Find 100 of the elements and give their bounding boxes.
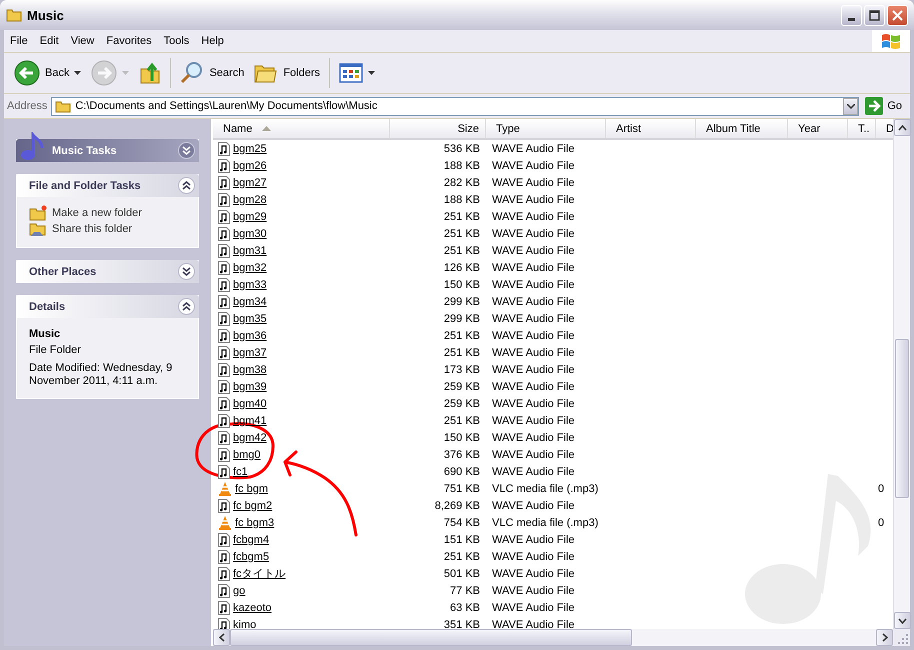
- music-note-icon: [20, 132, 46, 162]
- column-header[interactable]: Album Title: [696, 119, 788, 138]
- audio-file-icon: [218, 566, 230, 580]
- size-cell-text: 150 KB: [442, 278, 481, 290]
- size-cell-text: 251 KB: [442, 244, 481, 256]
- column-header[interactable]: Type: [486, 119, 606, 138]
- file-name-link[interactable]: bgm35: [233, 312, 267, 324]
- audio-file-icon: [218, 532, 230, 546]
- type-cell-text: WAVE Audio File: [491, 228, 576, 240]
- file-name-link[interactable]: bgm31: [233, 244, 267, 256]
- close-icon: [892, 10, 903, 20]
- size-cell-text: 754 KB: [442, 516, 481, 528]
- type-cell-text: WAVE Audio File: [491, 602, 576, 614]
- file-name-link[interactable]: bgm32: [233, 262, 267, 274]
- menu-item[interactable]: Edit: [34, 33, 65, 49]
- file-name-link[interactable]: bgm28: [233, 194, 267, 206]
- file-name-link[interactable]: fc1: [233, 466, 248, 478]
- file-name-link[interactable]: bgm40: [233, 398, 267, 410]
- window-title: Music: [27, 8, 65, 22]
- file-name-link[interactable]: fcbgm4: [233, 534, 270, 546]
- audio-file-icon: [218, 244, 230, 258]
- file-name-link[interactable]: kimo: [233, 618, 256, 629]
- type-cell-text: WAVE Audio File: [491, 414, 576, 426]
- column-header[interactable]: T..: [848, 119, 876, 138]
- collapse-chevron-icon[interactable]: [178, 177, 195, 194]
- scrollbar-thumb[interactable]: [230, 629, 632, 646]
- file-name-link[interactable]: bgm34: [233, 296, 267, 308]
- menu-item[interactable]: Help: [195, 33, 230, 49]
- column-header[interactable]: Year: [788, 119, 848, 138]
- menu-item[interactable]: Favorites: [100, 33, 158, 49]
- file-name-link[interactable]: bgm30: [233, 228, 267, 240]
- type-cell-text: WAVE Audio File: [491, 176, 576, 188]
- maximize-button[interactable]: [864, 4, 885, 26]
- folders-button[interactable]: Folders: [250, 59, 324, 87]
- file-name-link[interactable]: bgm38: [233, 364, 267, 376]
- file-name-link[interactable]: bgm27: [233, 176, 267, 188]
- close-button[interactable]: [887, 4, 908, 26]
- menu-item[interactable]: Tools: [158, 33, 196, 49]
- file-name-link[interactable]: bgm41: [233, 414, 267, 426]
- file-name-link[interactable]: bgm36: [233, 330, 267, 342]
- size-cell-text: 8,269 KB: [434, 500, 481, 512]
- search-button[interactable]: Search: [176, 58, 248, 88]
- file-name-link[interactable]: fc bgm3: [235, 516, 274, 528]
- file-name-link[interactable]: bgm26: [233, 160, 267, 172]
- file-name-link[interactable]: fc bgm: [235, 482, 268, 494]
- resize-grip-icon[interactable]: [893, 629, 910, 646]
- type-cell-text: WAVE Audio File: [491, 142, 576, 154]
- file-name-link[interactable]: fcbgm5: [233, 550, 270, 562]
- menu-item[interactable]: File: [4, 33, 34, 49]
- file-name-link[interactable]: bgm42: [233, 432, 267, 444]
- size-cell-text: 259 KB: [442, 398, 481, 410]
- task-link[interactable]: Make a new folder: [29, 205, 186, 221]
- maximize-icon: [869, 10, 880, 20]
- expand-chevron-icon[interactable]: [178, 263, 195, 280]
- size-cell-text: 251 KB: [442, 330, 481, 342]
- search-icon: [180, 61, 204, 85]
- type-cell-text: WAVE Audio File: [491, 618, 576, 629]
- collapse-chevron-icon[interactable]: [178, 298, 195, 315]
- scrollbar-thumb[interactable]: [895, 339, 909, 498]
- type-cell-text: WAVE Audio File: [491, 160, 576, 172]
- audio-file-icon: [218, 464, 230, 478]
- caret-icon: [74, 71, 82, 75]
- type-cell-text: WAVE Audio File: [491, 278, 576, 290]
- type-cell-text: WAVE Audio File: [491, 210, 576, 222]
- file-name-link[interactable]: kazeoto: [233, 602, 272, 614]
- file-name-link[interactable]: bgm29: [233, 210, 267, 222]
- minimize-button[interactable]: [841, 4, 862, 26]
- type-cell-text: WAVE Audio File: [491, 466, 576, 478]
- go-button[interactable]: Go: [863, 97, 910, 115]
- audio-file-icon: [218, 278, 230, 292]
- audio-file-icon: [218, 260, 230, 274]
- file-name-link[interactable]: bgm37: [233, 346, 267, 358]
- column-header[interactable]: Size: [390, 119, 486, 138]
- menu-item[interactable]: View: [64, 33, 100, 49]
- file-name-link[interactable]: fc bgm2: [233, 500, 272, 512]
- type-cell-text: WAVE Audio File: [491, 244, 576, 256]
- column-header[interactable]: Name: [213, 119, 390, 138]
- file-name-link[interactable]: fcタイトル: [233, 566, 286, 581]
- type-cell-text: WAVE Audio File: [491, 448, 576, 460]
- size-cell-text: 251 KB: [442, 414, 481, 426]
- detail-modified: Date Modified: Wednesday, 9 November 2011, 4:11 a.m.: [29, 362, 174, 388]
- audio-file-icon: [218, 210, 230, 224]
- type-cell-text: WAVE Audio File: [491, 500, 576, 512]
- back-button[interactable]: Back: [10, 57, 86, 89]
- file-name-link[interactable]: bmg0: [233, 448, 261, 460]
- audio-file-icon: [218, 498, 230, 512]
- new-folder-icon: [29, 205, 47, 221]
- type-cell-text: WAVE Audio File: [491, 568, 576, 580]
- task-link[interactable]: Share this folder: [29, 221, 186, 237]
- file-name-link[interactable]: bgm33: [233, 278, 267, 290]
- audio-file-icon: [218, 550, 230, 564]
- file-name-link[interactable]: bgm39: [233, 380, 267, 392]
- file-name-link[interactable]: bgm25: [233, 142, 267, 154]
- column-header[interactable]: Artist: [606, 119, 696, 138]
- audio-file-icon: [218, 176, 230, 190]
- type-cell-text: WAVE Audio File: [491, 432, 576, 444]
- audio-file-icon: [218, 396, 230, 410]
- file-name-link[interactable]: go: [233, 584, 246, 596]
- address-field[interactable]: C:\Documents and Settings\Lauren\My Documents\flow\Music: [51, 96, 860, 116]
- audio-file-icon: [218, 380, 230, 394]
